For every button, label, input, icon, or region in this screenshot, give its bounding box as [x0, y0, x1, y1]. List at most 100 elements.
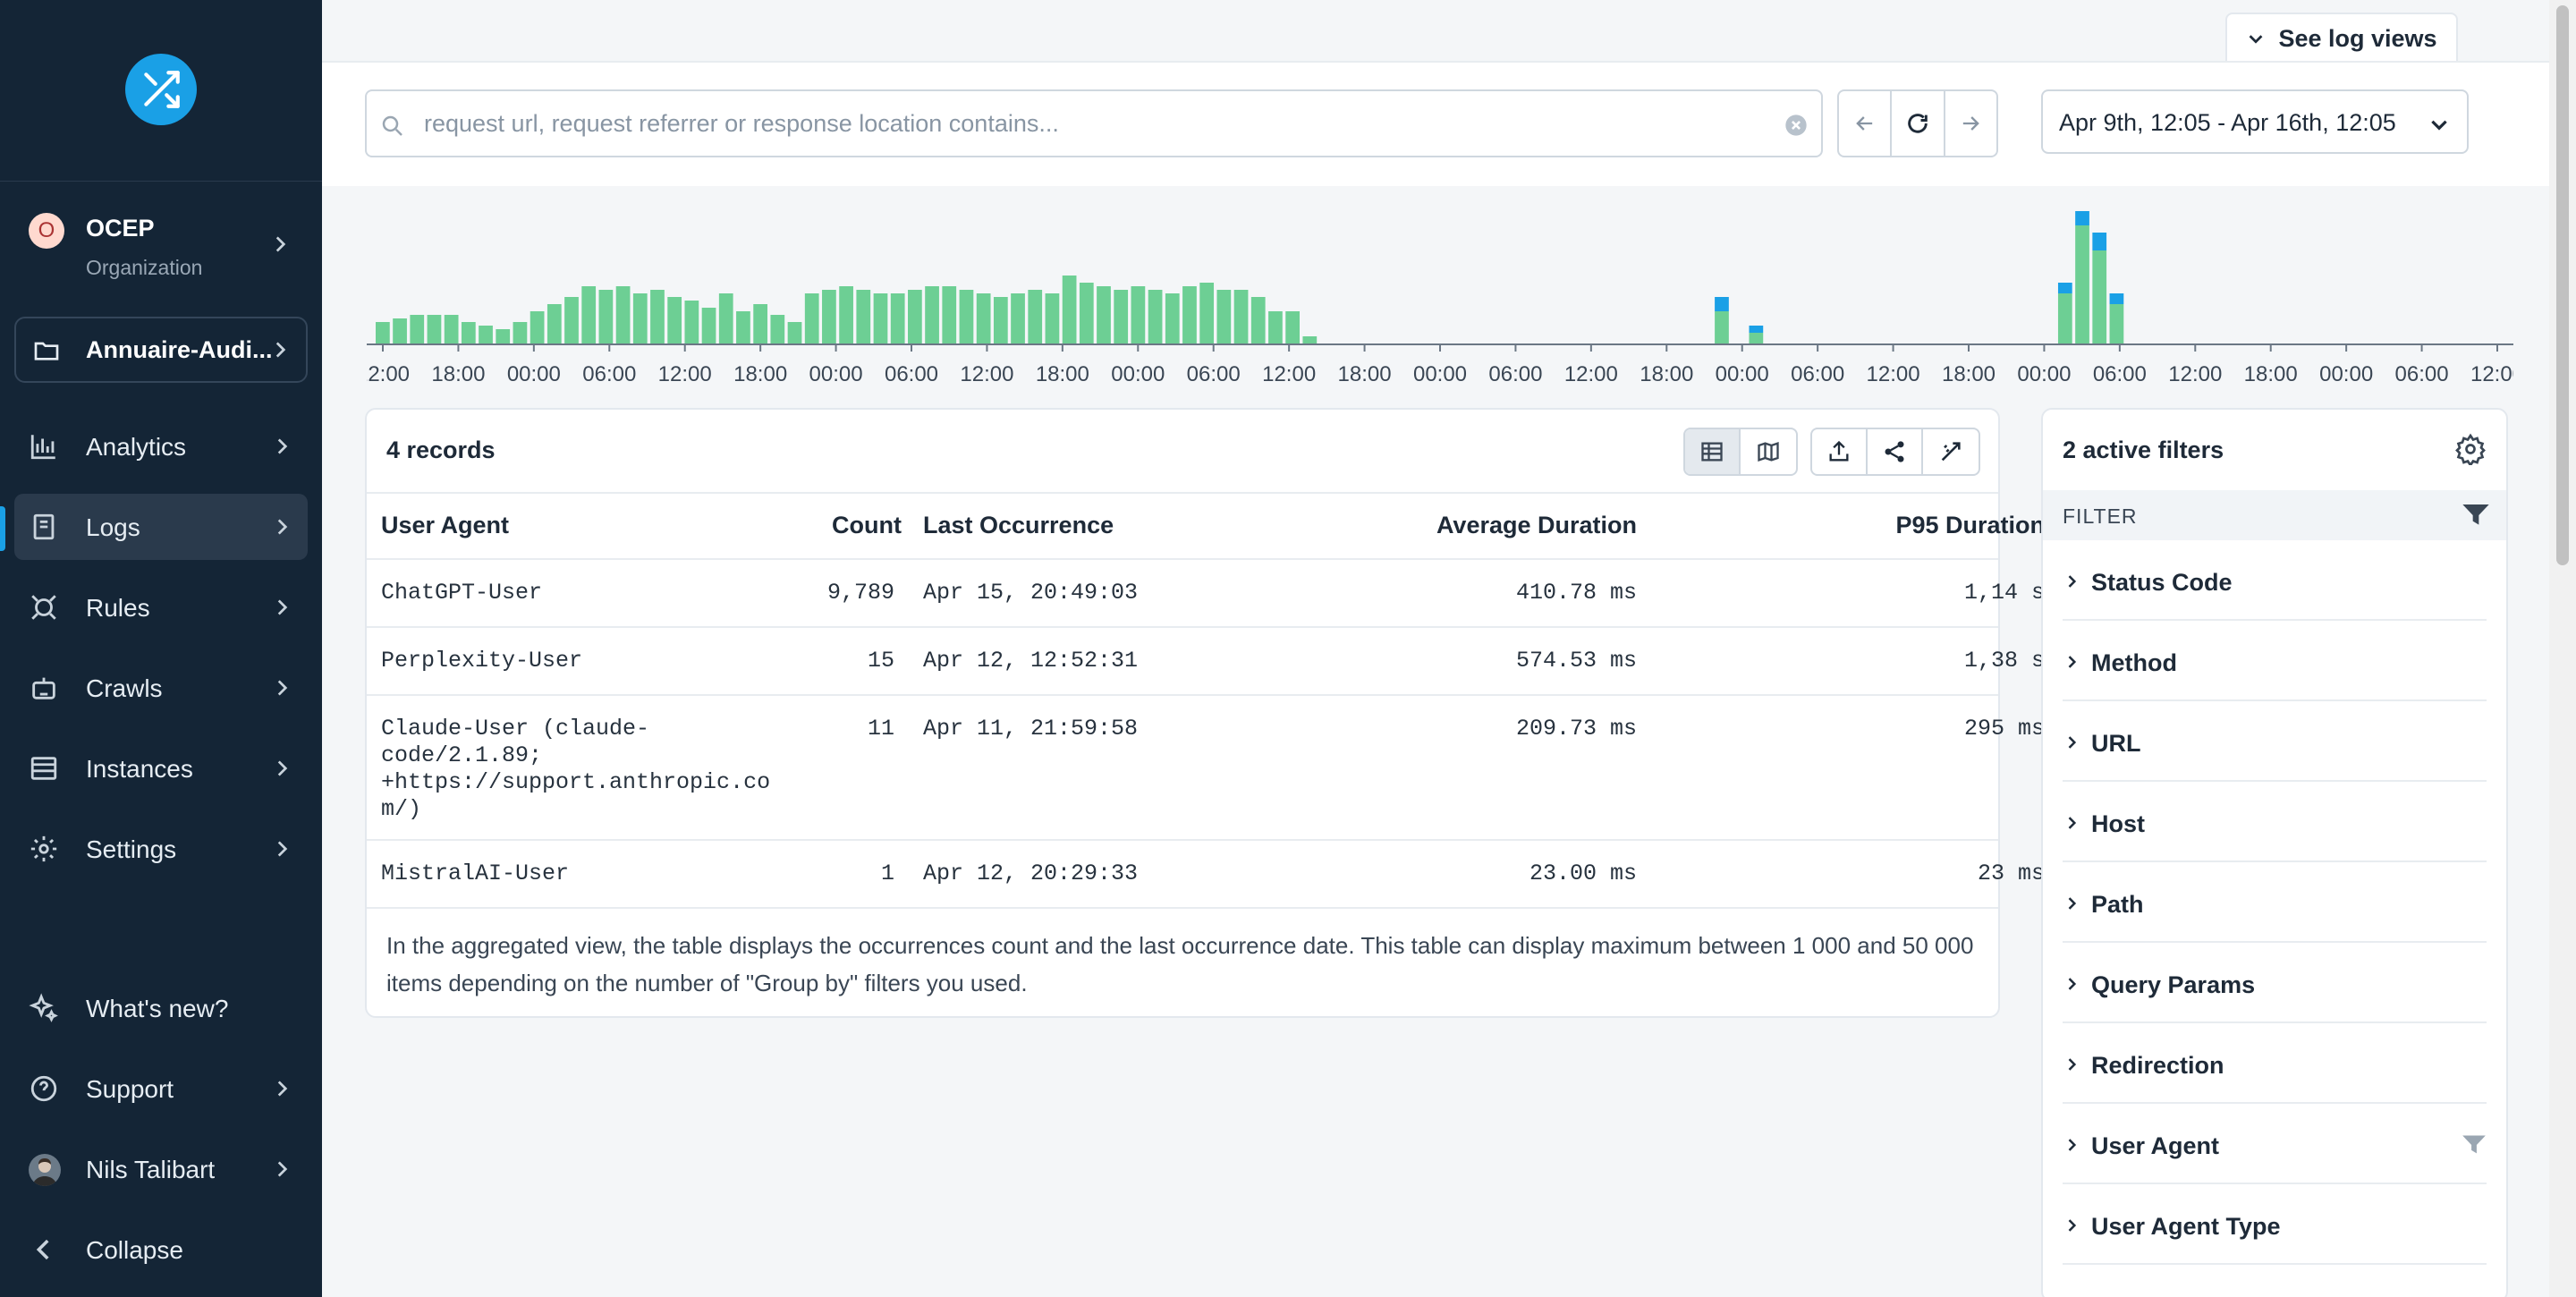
app-logo[interactable] — [125, 54, 197, 125]
filter-host[interactable]: Host — [2063, 782, 2487, 862]
filter-redirection[interactable]: Redirection — [2063, 1023, 2487, 1104]
magic-button[interactable] — [1923, 429, 1979, 474]
histogram-bar[interactable] — [393, 318, 407, 343]
filter-user-agent-type[interactable]: User Agent Type — [2063, 1184, 2487, 1265]
histogram-bar[interactable] — [632, 293, 648, 343]
histogram-bar[interactable] — [564, 297, 579, 343]
log-histogram[interactable]: 12:00 18:00 00:00 06:00 12:00 18:00 00:00 06:00… — [356, 204, 2524, 390]
histogram-bar[interactable] — [1079, 283, 1094, 343]
filter-user-agent[interactable]: User Agent — [2063, 1104, 2487, 1184]
sidebar-item-logs[interactable]: Logs — [14, 494, 308, 560]
histogram-bar[interactable] — [1011, 293, 1025, 343]
active-filter-icon[interactable] — [2462, 1134, 2487, 1156]
histogram-bar[interactable] — [2109, 304, 2124, 343]
see-log-views-button[interactable]: See log views — [2225, 13, 2458, 63]
histogram-bar[interactable] — [856, 290, 871, 343]
next-period-button[interactable] — [1945, 91, 1996, 156]
histogram-bar-segment[interactable] — [1715, 297, 1729, 311]
histogram-bar[interactable] — [770, 315, 785, 343]
histogram-bar[interactable] — [513, 322, 528, 343]
histogram-bar[interactable] — [942, 286, 957, 343]
histogram-bar[interactable] — [615, 286, 631, 343]
histogram-bar[interactable] — [804, 293, 819, 343]
histogram-bar[interactable] — [1749, 333, 1764, 343]
histogram-bar[interactable] — [410, 315, 425, 343]
column-header-average-duration[interactable]: Average Duration — [1351, 512, 1637, 539]
sidebar-item-user[interactable]: Nils Talibart — [14, 1136, 308, 1202]
histogram-bar-segment[interactable] — [2075, 204, 2089, 225]
sidebar-collapse-button[interactable]: Collapse — [14, 1216, 308, 1283]
clear-icon[interactable] — [1784, 113, 1809, 138]
filter-query-params[interactable]: Query Params — [2063, 943, 2487, 1023]
histogram-bar[interactable] — [959, 290, 974, 343]
histogram-bar[interactable] — [444, 315, 459, 343]
histogram-bar[interactable] — [873, 293, 888, 343]
date-range-select[interactable]: Apr 9th, 12:05 - Apr 16th, 12:05 — [2041, 89, 2469, 154]
histogram-bar[interactable] — [1250, 297, 1266, 343]
histogram-bar[interactable] — [1028, 290, 1043, 343]
column-header-user-agent[interactable]: User Agent — [381, 512, 509, 539]
organization-switcher[interactable]: O OCEP Organization — [29, 211, 306, 283]
share-button[interactable] — [1868, 429, 1923, 474]
histogram-bar[interactable] — [547, 304, 562, 343]
histogram-bar[interactable] — [736, 311, 750, 343]
sidebar-item-settings[interactable]: Settings — [14, 816, 308, 882]
histogram-bar[interactable] — [684, 301, 699, 343]
filter-url[interactable]: URL — [2063, 701, 2487, 782]
histogram-bar-segment[interactable] — [2092, 233, 2107, 250]
filter-status-code[interactable]: Status Code — [2063, 540, 2487, 621]
histogram-bar[interactable] — [2075, 225, 2089, 343]
table-view-button[interactable] — [1685, 429, 1741, 474]
histogram-bar[interactable] — [2092, 250, 2107, 343]
sidebar-item-rules[interactable]: Rules — [14, 574, 308, 640]
histogram-bar[interactable] — [890, 293, 905, 343]
map-view-button[interactable] — [1741, 429, 1796, 474]
histogram-bar[interactable] — [650, 290, 665, 343]
histogram-bar[interactable] — [925, 286, 939, 343]
histogram-bar-segment[interactable] — [1749, 326, 1764, 333]
export-button[interactable] — [1812, 429, 1868, 474]
histogram-bar[interactable] — [479, 326, 493, 343]
histogram-bar[interactable] — [2057, 293, 2072, 343]
histogram-bar[interactable] — [1114, 290, 1129, 343]
histogram-bar[interactable] — [581, 286, 597, 343]
histogram-bar[interactable] — [1715, 311, 1729, 343]
histogram-bar[interactable] — [1148, 290, 1163, 343]
histogram-bar[interactable] — [1302, 336, 1318, 343]
gear-icon[interactable] — [2454, 433, 2487, 465]
histogram-bar[interactable] — [598, 290, 614, 343]
histogram-bar[interactable] — [993, 297, 1008, 343]
filter-path[interactable]: Path — [2063, 862, 2487, 943]
filter-method[interactable]: Method — [2063, 621, 2487, 701]
histogram-bar[interactable] — [822, 290, 836, 343]
histogram-bar[interactable] — [667, 297, 682, 343]
column-header-last-occurrence[interactable]: Last Occurrence — [923, 512, 1114, 539]
histogram-bar[interactable] — [1216, 290, 1232, 343]
histogram-bar[interactable] — [376, 322, 390, 343]
histogram-bar[interactable] — [1045, 293, 1060, 343]
scrollbar-thumb[interactable] — [2556, 5, 2569, 565]
histogram-bar[interactable] — [1199, 283, 1215, 343]
histogram-bar[interactable] — [1062, 276, 1077, 343]
sidebar-item-support[interactable]: Support — [14, 1055, 308, 1122]
histogram-bar-segment[interactable] — [2109, 293, 2124, 304]
search-input[interactable] — [424, 104, 1748, 143]
histogram-bar[interactable] — [753, 304, 767, 343]
sidebar-item-analytics[interactable]: Analytics — [14, 413, 308, 479]
sidebar-item-crawls[interactable]: Crawls — [14, 655, 308, 721]
histogram-bar[interactable] — [1182, 286, 1197, 343]
sidebar-item-whats-new[interactable]: What's new? — [14, 975, 308, 1041]
histogram-bar[interactable] — [1131, 286, 1146, 343]
histogram-bar[interactable] — [1165, 293, 1180, 343]
histogram-bar[interactable] — [908, 290, 922, 343]
histogram-bar[interactable] — [1233, 290, 1249, 343]
histogram-bar[interactable] — [530, 311, 545, 343]
column-header-p95-duration[interactable]: P95 Duration — [1708, 512, 2045, 539]
column-header-count[interactable]: Count — [814, 512, 902, 539]
histogram-bar[interactable] — [1268, 311, 1283, 343]
histogram-bar[interactable] — [1285, 311, 1300, 343]
histogram-bar[interactable] — [427, 315, 442, 343]
histogram-bar[interactable] — [461, 322, 476, 343]
page-scrollbar[interactable] — [2549, 0, 2576, 1297]
search-box[interactable] — [365, 89, 1823, 157]
